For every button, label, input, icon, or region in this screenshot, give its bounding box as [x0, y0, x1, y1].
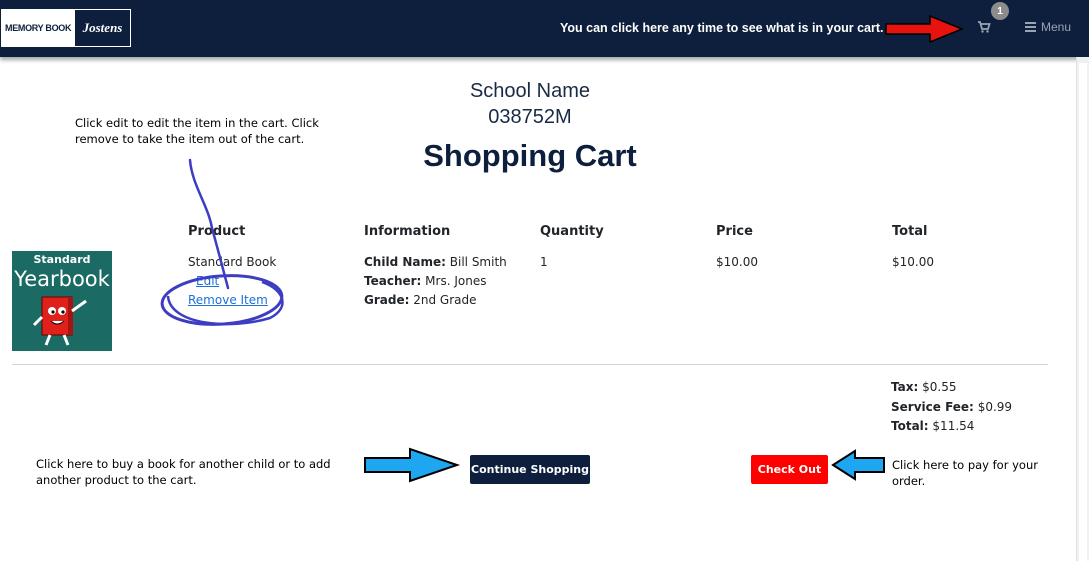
tax-label: Tax:: [891, 380, 919, 394]
grand-total-label: Total:: [891, 419, 929, 433]
memory-book-jostens-logo[interactable]: MEMORY BOOK Jostens: [1, 9, 131, 47]
hamburger-icon: [1025, 22, 1036, 32]
service-fee-label: Service Fee:: [891, 400, 974, 414]
cart-divider: [12, 364, 1048, 365]
teacher-label: Teacher:: [364, 274, 422, 288]
book-mascot-icon: [32, 296, 87, 346]
check-out-button[interactable]: Check Out: [751, 455, 828, 484]
tax-line: Tax: $0.55: [891, 380, 956, 394]
continue-help-annotation: Click here to buy a book for another chi…: [36, 457, 331, 487]
header-information: Information: [364, 224, 451, 239]
cart-icon[interactable]: [977, 20, 991, 34]
blue-arrow-right-annotation: [364, 447, 461, 483]
edit-help-annotation: Click edit to edit the item in the cart.…: [75, 116, 319, 146]
item-quantity: 1: [540, 255, 548, 269]
page-title: Shopping Cart: [423, 138, 637, 173]
header-price: Price: [716, 224, 753, 239]
menu-label: Menu: [1041, 20, 1072, 34]
service-fee-line: Service Fee: $0.99: [891, 400, 1012, 414]
scrollbar-thumb[interactable]: [1079, 63, 1087, 563]
memory-book-logo-text: MEMORY BOOK: [2, 10, 75, 46]
school-code: 038752M: [488, 106, 572, 128]
child-name-line: Child Name: Bill Smith: [364, 255, 507, 269]
cart-hint-annotation: You can click here any time to see what …: [560, 21, 884, 35]
child-name-label: Child Name:: [364, 255, 446, 269]
teacher-value: Mrs. Jones: [425, 274, 487, 288]
edit-item-link[interactable]: Edit: [196, 274, 219, 288]
remove-item-link[interactable]: Remove Item: [188, 293, 268, 307]
school-name: School Name: [469, 80, 591, 102]
service-fee-value: $0.99: [977, 400, 1013, 414]
item-price: $10.00: [716, 255, 758, 269]
tax-value: $0.55: [922, 380, 957, 394]
cart-count-badge: 1: [991, 2, 1009, 20]
grade-line: Grade: 2nd Grade: [364, 293, 477, 307]
standard-yearbook-image: Standard Yearbook: [12, 251, 112, 351]
blue-arrow-left-annotation: [831, 449, 885, 481]
child-name-value: Bill Smith: [449, 255, 507, 269]
teacher-line: Teacher: Mrs. Jones: [364, 274, 486, 288]
header-quantity: Quantity: [540, 224, 604, 239]
grade-value: 2nd Grade: [413, 293, 477, 307]
menu-button[interactable]: Menu: [1025, 20, 1071, 34]
item-total: $10.00: [892, 255, 934, 269]
continue-shopping-button[interactable]: Continue Shopping: [470, 455, 590, 484]
header-total: Total: [892, 224, 928, 239]
grade-label: Grade:: [364, 293, 410, 307]
page-scrollbar[interactable]: [1076, 57, 1089, 563]
grand-total-line: Total: $11.54: [891, 419, 974, 433]
checkout-help-annotation: Click here to pay for your order.: [892, 458, 1038, 488]
grand-total-value: $11.54: [932, 419, 975, 433]
header-product: Product: [188, 224, 246, 239]
product-name: Standard Book: [188, 255, 277, 269]
jostens-logo-text: Jostens: [75, 10, 130, 46]
top-navbar: MEMORY BOOK Jostens You can click here a…: [0, 0, 1089, 57]
